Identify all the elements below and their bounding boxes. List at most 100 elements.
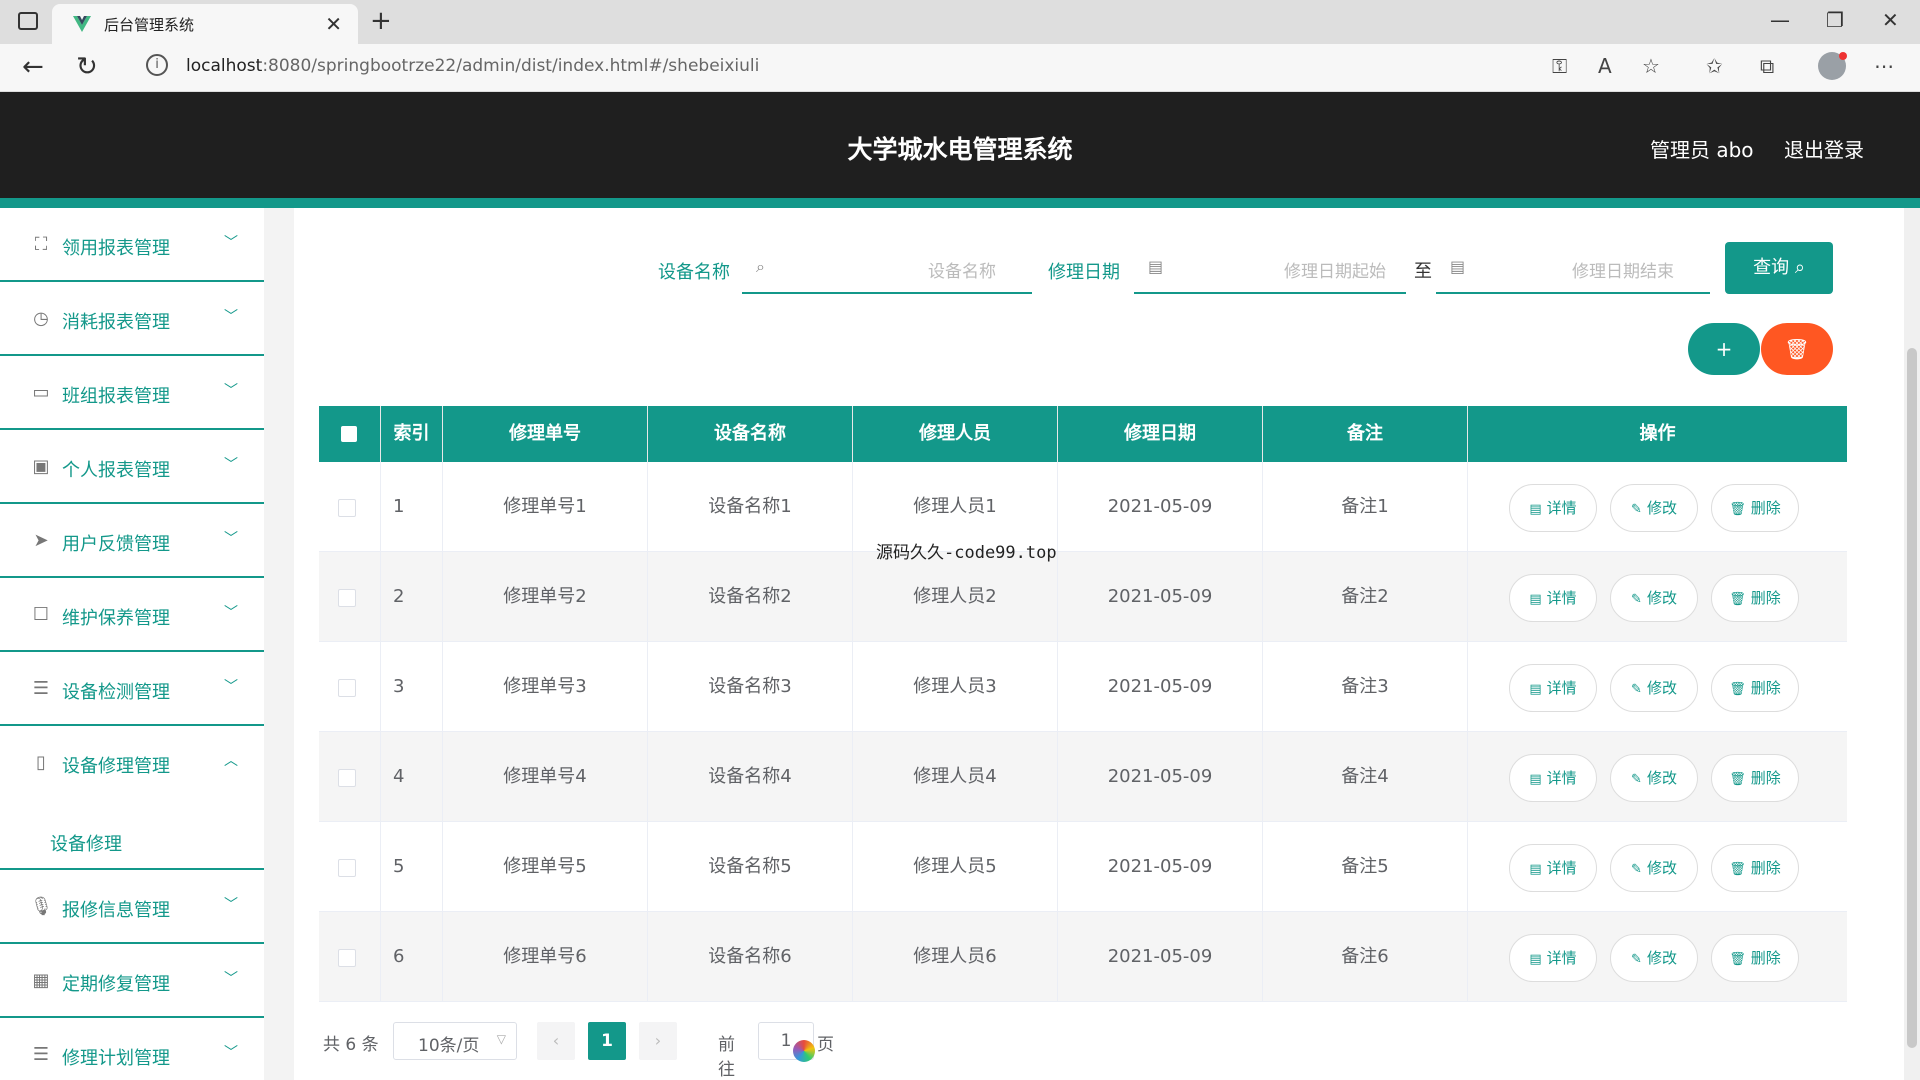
sidebar-item-team-report[interactable]: ▭ 班组报表管理 ﹀ xyxy=(0,356,264,430)
collections-icon[interactable]: ⧉ xyxy=(1760,54,1774,78)
edit-button[interactable]: ✎ 修改 xyxy=(1610,664,1698,712)
row-checkbox[interactable] xyxy=(338,949,356,967)
sidebar-item-label: 用户反馈管理 xyxy=(62,534,170,555)
delete-button[interactable]: 🗑 删除 xyxy=(1711,844,1799,892)
site-info-icon[interactable]: i xyxy=(146,54,168,76)
delete-button[interactable]: 🗑 删除 xyxy=(1711,664,1799,712)
date-start-placeholder: 修理日期起始 xyxy=(1284,262,1386,282)
trash-icon: 🗑 xyxy=(1729,952,1746,967)
app-header: 大学城水电管理系统 管理员 abo 退出登录 xyxy=(0,92,1920,198)
repair-date-cell: 2021-05-09 xyxy=(1058,822,1263,912)
new-tab-icon[interactable]: + xyxy=(370,6,392,36)
detail-label: 详情 xyxy=(1546,949,1577,967)
logout-link[interactable]: 退出登录 xyxy=(1784,134,1864,163)
edit-button[interactable]: ✎ 修改 xyxy=(1610,934,1698,982)
edit-button[interactable]: ✎ 修改 xyxy=(1610,484,1698,532)
url-field[interactable]: localhost:8080/springbootrze22/admin/dis… xyxy=(186,56,759,76)
document-icon: ▤ xyxy=(1529,502,1542,517)
chevron-down-icon: ﹀ xyxy=(224,1045,238,1061)
select-all-cell[interactable] xyxy=(319,406,381,462)
sidebar-toggle-icon[interactable] xyxy=(18,12,38,30)
sidebar-item-label: 报修信息管理 xyxy=(62,900,170,921)
vue-logo-icon xyxy=(73,16,91,32)
column-header: 操作 xyxy=(1639,423,1676,444)
overlay-watermark-text: 源码久久-code99.top xyxy=(876,543,1057,563)
delete-button[interactable]: 🗑 删除 xyxy=(1711,484,1799,532)
url-host: localhost xyxy=(186,56,263,76)
maximize-icon[interactable]: ❐ xyxy=(1826,8,1844,32)
actions-cell: ▤ 详情 ✎ 修改 🗑 删除 xyxy=(1468,822,1847,912)
sidebar-item-repair[interactable]: ▯ 设备修理管理 ︿ xyxy=(0,726,264,800)
add-favorite-icon[interactable]: ☆ xyxy=(1642,54,1660,78)
delete-button[interactable]: 🗑 删除 xyxy=(1711,934,1799,982)
edit-button[interactable]: ✎ 修改 xyxy=(1610,754,1698,802)
chevron-down-icon: ﹀ xyxy=(224,897,238,913)
device-name-input[interactable]: ⌕ 设备名称 xyxy=(742,242,1032,294)
date-end-input[interactable]: ▤ 修理日期结束 xyxy=(1436,242,1710,294)
date-start-input[interactable]: ▤ 修理日期起始 xyxy=(1134,242,1406,294)
row-select-cell xyxy=(319,552,381,642)
sidebar-item-label: 领用报表管理 xyxy=(62,238,170,259)
detail-button[interactable]: ▤ 详情 xyxy=(1509,484,1597,532)
sidebar-item-inspection[interactable]: ☰ 设备检测管理 ﹀ xyxy=(0,652,264,726)
sidebar-subitem-device-repair[interactable]: 设备修理 xyxy=(0,800,264,870)
detail-button[interactable]: ▤ 详情 xyxy=(1509,754,1597,802)
row-checkbox[interactable] xyxy=(338,499,356,517)
delete-button[interactable]: 🗑 删除 xyxy=(1711,754,1799,802)
minimize-icon[interactable]: — xyxy=(1770,8,1790,32)
detail-button[interactable]: ▤ 详情 xyxy=(1509,934,1597,982)
edit-button[interactable]: ✎ 修改 xyxy=(1610,844,1698,892)
detail-button[interactable]: ▤ 详情 xyxy=(1509,574,1597,622)
row-checkbox[interactable] xyxy=(338,679,356,697)
detail-button[interactable]: ▤ 详情 xyxy=(1509,664,1597,712)
row-select-cell xyxy=(319,732,381,822)
page-size-select[interactable]: 10条/页 ▽ xyxy=(393,1022,517,1060)
index-cell: 2 xyxy=(381,552,443,642)
main-content: 设备名称 ⌕ 设备名称 修理日期 ▤ 修理日期起始 至 ▤ 修理日期结束 查询 … xyxy=(294,208,1904,1080)
calendar-icon: ▤ xyxy=(1450,257,1466,276)
next-page-button[interactable]: › xyxy=(639,1022,677,1060)
sidebar-item-personal-report[interactable]: ▣ 个人报表管理 ﹀ xyxy=(0,430,264,504)
row-checkbox[interactable] xyxy=(338,859,356,877)
prev-page-button[interactable]: ‹ xyxy=(537,1022,575,1060)
row-checkbox[interactable] xyxy=(338,769,356,787)
close-window-icon[interactable]: ✕ xyxy=(1882,8,1899,32)
back-icon[interactable]: ← xyxy=(22,52,44,82)
sidebar-item-repair-plan[interactable]: ☰ 修理计划管理 ﹀ xyxy=(0,1018,264,1080)
sidebar-item-consumption-report[interactable]: ◷ 消耗报表管理 ﹀ xyxy=(0,282,264,356)
select-all-checkbox[interactable] xyxy=(341,426,357,442)
scrollbar-thumb[interactable] xyxy=(1907,348,1917,1048)
actions-cell: ▤ 详情 ✎ 修改 🗑 删除 xyxy=(1468,552,1847,642)
more-icon[interactable]: ⋯ xyxy=(1874,54,1894,78)
remark-cell: 备注1 xyxy=(1263,462,1468,552)
index-cell: 6 xyxy=(381,912,443,1002)
query-button[interactable]: 查询 ⌕ xyxy=(1725,242,1833,294)
browser-tab[interactable]: 后台管理系统 ✕ xyxy=(52,4,358,44)
column-header: 设备名称 xyxy=(648,406,853,462)
sidebar-item-maintenance[interactable]: ☐ 维护保养管理 ﹀ xyxy=(0,578,264,652)
edit-button[interactable]: ✎ 修改 xyxy=(1610,574,1698,622)
delete-button[interactable]: 🗑 删除 xyxy=(1711,574,1799,622)
read-aloud-icon[interactable]: A xyxy=(1598,54,1612,78)
row-checkbox[interactable] xyxy=(338,589,356,607)
remark-cell: 备注6 xyxy=(1263,912,1468,1002)
sidebar-item-repair-request[interactable]: 🎙 报修信息管理 ﹀ xyxy=(0,870,264,944)
column-header: 修理人员 xyxy=(853,406,1058,462)
close-tab-icon[interactable]: ✕ xyxy=(325,12,342,36)
remark-cell: 备注4 xyxy=(1263,732,1468,822)
device-name-cell: 设备名称5 xyxy=(648,822,853,912)
batch-delete-button[interactable]: 🗑 xyxy=(1761,323,1833,375)
sidebar-item-feedback[interactable]: ➤ 用户反馈管理 ﹀ xyxy=(0,504,264,578)
detail-button[interactable]: ▤ 详情 xyxy=(1509,844,1597,892)
scrollbar[interactable] xyxy=(1904,208,1920,1080)
sidebar-item-requisition-report[interactable]: ⛶ 领用报表管理 ﹀ xyxy=(0,208,264,282)
reload-icon[interactable]: ↻ xyxy=(76,52,98,82)
trash-icon: 🗑 xyxy=(1729,862,1746,877)
repair-date-cell: 2021-05-09 xyxy=(1058,642,1263,732)
current-page[interactable]: 1 xyxy=(588,1022,626,1060)
add-button[interactable]: + xyxy=(1688,323,1760,375)
key-icon[interactable]: ⚿ xyxy=(1552,54,1567,78)
favorites-icon[interactable]: ✩ xyxy=(1706,54,1723,78)
sidebar-item-periodic-repair[interactable]: ▦ 定期修复管理 ﹀ xyxy=(0,944,264,1018)
sidebar: ⛶ 领用报表管理 ﹀ ◷ 消耗报表管理 ﹀ ▭ 班组报表管理 ﹀ ▣ 个人报表管… xyxy=(0,208,264,1080)
